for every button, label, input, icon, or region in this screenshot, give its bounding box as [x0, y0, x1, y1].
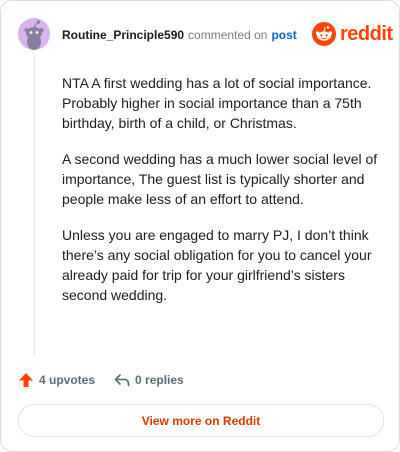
- comment-paragraph: A second wedding has a much lower social…: [62, 151, 378, 207]
- reddit-wordmark: reddit: [340, 22, 393, 45]
- thread-line: [34, 57, 35, 355]
- reddit-logo-icon: [312, 22, 336, 46]
- comment-actions: 4 upvotes 0 replies: [17, 369, 184, 391]
- commented-on-text: commented on: [188, 28, 268, 42]
- post-link[interactable]: post: [271, 28, 296, 42]
- username[interactable]: Routine_Principle590: [62, 28, 184, 42]
- embedded-comment-card: Routine_Principle590 commented on post r…: [0, 0, 400, 452]
- comment-header: Routine_Principle590 commented on post: [62, 27, 297, 43]
- comment-paragraph: Unless you are engaged to marry PJ, I do…: [62, 227, 372, 303]
- reply-count: 0 replies: [135, 373, 184, 387]
- replies-button[interactable]: 0 replies: [113, 371, 184, 389]
- upvote-arrow-icon: [19, 373, 33, 387]
- comment-body: NTA A first wedding has a lot of social …: [62, 73, 380, 321]
- upvote-count: 4 upvotes: [39, 373, 96, 387]
- upvote-button[interactable]: 4 upvotes: [17, 371, 95, 389]
- avatar[interactable]: [18, 18, 50, 50]
- view-more-on-reddit-button[interactable]: View more on Reddit: [18, 404, 384, 437]
- comment-paragraph: NTA A first wedding has a lot of social …: [62, 75, 372, 131]
- reddit-logo[interactable]: reddit: [312, 21, 393, 47]
- snoo-avatar-icon: [18, 18, 50, 50]
- reply-arrow-icon: [114, 374, 130, 387]
